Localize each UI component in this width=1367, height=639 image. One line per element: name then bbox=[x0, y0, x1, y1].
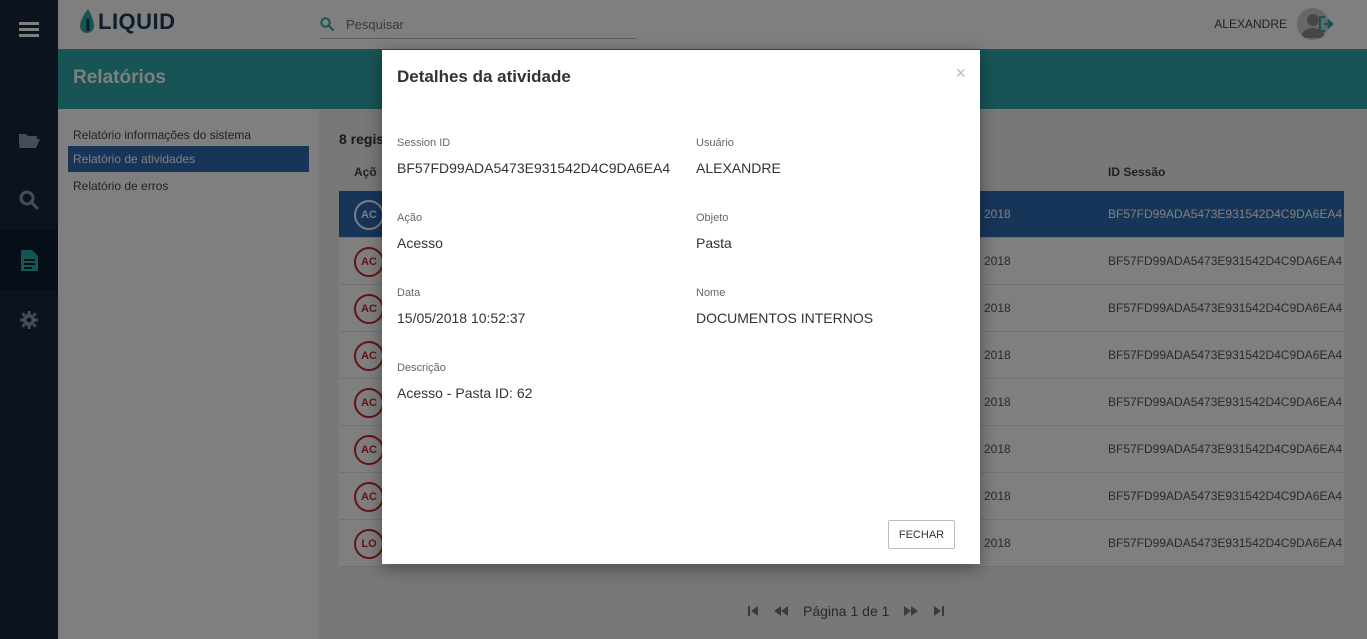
session-id-label: Session ID bbox=[397, 137, 451, 149]
acao-label: Ação bbox=[397, 212, 423, 224]
session-id-value: BF57FD99ADA5473E931542D4C9DA6EA4 bbox=[397, 160, 671, 176]
objeto-label: Objeto bbox=[696, 212, 729, 224]
activity-details-modal: Detalhes da atividade × Session ID BF57F… bbox=[382, 50, 980, 564]
close-button[interactable]: FECHAR bbox=[888, 520, 955, 549]
data-label: Data bbox=[397, 287, 421, 299]
usuario-value: ALEXANDRE bbox=[696, 160, 781, 176]
descricao-value: Acesso - Pasta ID: 62 bbox=[397, 385, 533, 401]
close-icon[interactable]: × bbox=[955, 64, 966, 82]
objeto-value: Pasta bbox=[696, 235, 732, 251]
acao-value: Acesso bbox=[397, 235, 443, 251]
descricao-label: Descrição bbox=[397, 362, 446, 374]
modal-title: Detalhes da atividade bbox=[397, 67, 571, 86]
nome-label: Nome bbox=[696, 287, 726, 299]
nome-value: DOCUMENTOS INTERNOS bbox=[696, 310, 874, 326]
usuario-label: Usuário bbox=[696, 137, 734, 149]
data-value: 15/05/2018 10:52:37 bbox=[397, 310, 526, 326]
